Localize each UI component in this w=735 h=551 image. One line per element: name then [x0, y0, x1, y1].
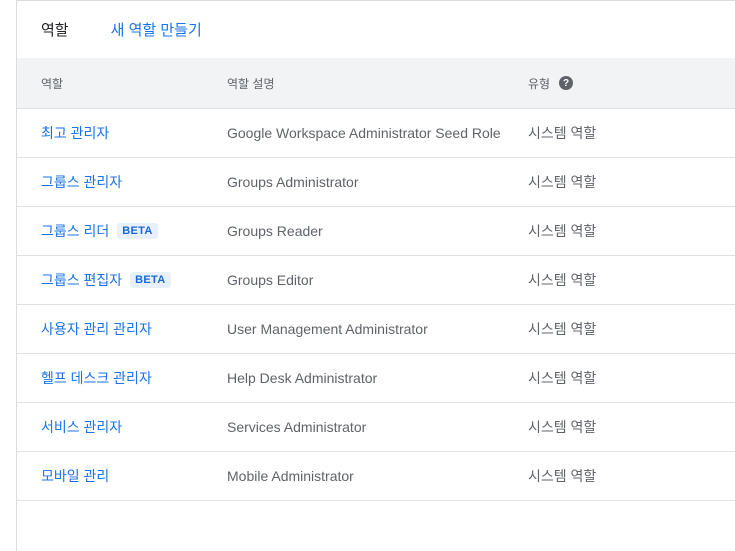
- table-row[interactable]: 그룹스 편집자 BETA Groups Editor 시스템 역할: [17, 256, 735, 305]
- column-header-type: 유형 ?: [528, 75, 574, 92]
- role-name-link[interactable]: 그룹스 관리자: [41, 172, 122, 192]
- role-description: Groups Editor: [227, 272, 314, 288]
- role-description: User Management Administrator: [227, 321, 428, 337]
- role-description: Help Desk Administrator: [227, 370, 378, 386]
- role-name-link[interactable]: 최고 관리자: [41, 123, 109, 143]
- role-type: 시스템 역할: [528, 468, 597, 484]
- table-row[interactable]: 모바일 관리 Mobile Administrator 시스템 역할: [17, 452, 735, 501]
- role-description: Services Administrator: [227, 419, 367, 435]
- roles-toolbar: 역할 새 역할 만들기: [17, 1, 735, 58]
- role-name-link[interactable]: 그룹스 리더: [41, 221, 109, 241]
- role-name-cell[interactable]: 서비스 관리자: [41, 403, 122, 451]
- role-name-cell[interactable]: 그룹스 관리자: [41, 158, 122, 206]
- table-row[interactable]: 서비스 관리자 Services Administrator 시스템 역할: [17, 403, 735, 452]
- role-name-link[interactable]: 모바일 관리: [41, 466, 109, 486]
- table-row[interactable]: 헬프 데스크 관리자 Help Desk Administrator 시스템 역…: [17, 354, 735, 403]
- role-type: 시스템 역할: [528, 370, 597, 386]
- table-row[interactable]: 최고 관리자 Google Workspace Administrator Se…: [17, 109, 735, 158]
- column-header-role[interactable]: 역할: [41, 75, 63, 92]
- role-description: Groups Reader: [227, 223, 323, 239]
- role-type: 시스템 역할: [528, 272, 597, 288]
- help-icon[interactable]: ?: [559, 76, 574, 90]
- role-description: Groups Administrator: [227, 174, 359, 190]
- role-name-link[interactable]: 그룹스 편집자: [41, 270, 122, 290]
- role-name-cell[interactable]: 그룹스 리더 BETA: [41, 207, 158, 255]
- table-row[interactable]: 그룹스 리더 BETA Groups Reader 시스템 역할: [17, 207, 735, 256]
- role-type: 시스템 역할: [528, 419, 597, 435]
- page-title: 역할: [41, 22, 69, 39]
- role-type: 시스템 역할: [528, 223, 597, 239]
- table-row[interactable]: 그룹스 관리자 Groups Administrator 시스템 역할: [17, 158, 735, 207]
- role-name-cell[interactable]: 모바일 관리: [41, 452, 109, 500]
- table-header: 역할 역할 설명 유형 ?: [17, 58, 735, 109]
- roles-panel: 역할 새 역할 만들기 역할 역할 설명 유형 ? 최고 관리자 Google …: [16, 0, 735, 551]
- role-name-cell[interactable]: 최고 관리자: [41, 109, 109, 157]
- column-header-description[interactable]: 역할 설명: [227, 75, 275, 92]
- role-name-cell[interactable]: 헬프 데스크 관리자: [41, 354, 152, 402]
- role-name-cell[interactable]: 그룹스 편집자 BETA: [41, 256, 171, 304]
- role-type: 시스템 역할: [528, 125, 597, 141]
- beta-badge: BETA: [117, 223, 158, 239]
- role-name-link[interactable]: 사용자 관리 관리자: [41, 319, 152, 339]
- role-name-link[interactable]: 서비스 관리자: [41, 417, 122, 437]
- role-name-cell[interactable]: 사용자 관리 관리자: [41, 305, 152, 353]
- role-description: Mobile Administrator: [227, 468, 354, 484]
- column-header-type-label[interactable]: 유형: [528, 75, 550, 92]
- beta-badge: BETA: [130, 272, 171, 288]
- role-type: 시스템 역할: [528, 174, 597, 190]
- role-name-link[interactable]: 헬프 데스크 관리자: [41, 368, 152, 388]
- role-type: 시스템 역할: [528, 321, 597, 337]
- table-row[interactable]: 사용자 관리 관리자 User Management Administrator…: [17, 305, 735, 354]
- roles-table-body: 최고 관리자 Google Workspace Administrator Se…: [17, 109, 735, 501]
- create-role-link[interactable]: 새 역할 만들기: [111, 19, 202, 40]
- role-description: Google Workspace Administrator Seed Role: [227, 125, 501, 141]
